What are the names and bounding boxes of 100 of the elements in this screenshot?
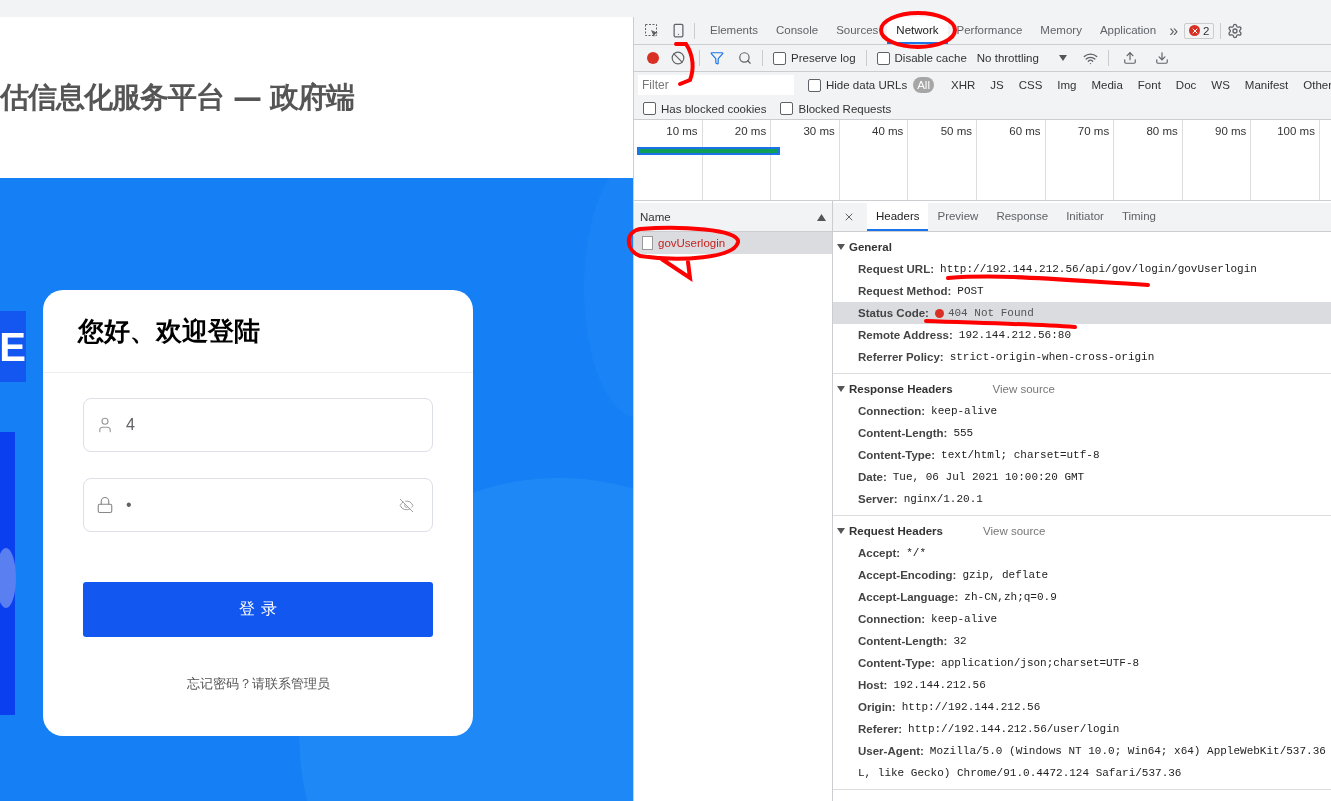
time-tick: 50 ms — [940, 125, 972, 137]
forgot-password-text: 忘记密码？请联系管理员 — [185, 675, 331, 693]
header-value: 192.144.212.56 — [893, 679, 986, 691]
type-filter[interactable]: XHR — [946, 77, 980, 93]
view-source-link[interactable]: View source — [992, 383, 1055, 395]
user-icon — [96, 416, 114, 434]
preserve-log-checkbox[interactable]: Preserve log — [773, 51, 856, 65]
expanded-triangle-icon[interactable] — [837, 527, 845, 535]
header-value: 32 — [953, 635, 967, 647]
type-filter[interactable]: Font — [1133, 77, 1165, 93]
header-name: Referer: — [858, 723, 903, 735]
header-name: User-Agent: — [858, 745, 924, 757]
lock-icon — [96, 496, 114, 514]
header-name: Connection: — [858, 405, 926, 417]
type-filter[interactable]: Img — [1053, 77, 1081, 93]
header-name: Content-Type: — [858, 449, 936, 461]
header-value: nginx/1.20.1 — [903, 493, 983, 505]
header-name: Content-Length: — [858, 427, 948, 439]
request-name: govUserlogin — [658, 237, 726, 249]
login-button[interactable]: 登 录 — [83, 582, 433, 637]
section-title[interactable]: General — [849, 241, 892, 253]
header-name: Content-Type: — [858, 657, 936, 669]
header-name: Content-Length: — [858, 635, 948, 647]
password-field[interactable]: • — [83, 478, 433, 532]
header-name: Remote Address: — [858, 329, 953, 341]
view-source-link[interactable]: View source — [982, 525, 1046, 537]
type-filter[interactable]: Media — [1087, 77, 1127, 93]
file-icon — [642, 236, 653, 250]
section-title[interactable]: Response Headers — [849, 383, 953, 395]
eye-off-icon[interactable] — [399, 497, 414, 513]
search-icon[interactable] — [738, 51, 752, 65]
header-name: Accept-Language: — [858, 591, 959, 603]
inspect-icon[interactable] — [644, 22, 660, 39]
upload-icon[interactable] — [1122, 51, 1137, 65]
devtools-tab[interactable]: Elements — [701, 17, 767, 44]
settings-icon[interactable] — [1227, 22, 1244, 39]
header-value: 192.144.212.56:80 — [958, 329, 1071, 341]
devtools-tab[interactable]: Network — [887, 17, 948, 44]
detail-tab[interactable]: Timing — [1112, 203, 1165, 231]
throttling-select[interactable]: No throttling — [976, 52, 1055, 64]
header-name: Server: — [858, 493, 898, 505]
header-name: Host: — [858, 679, 888, 691]
devtools-tab[interactable]: Memory — [1031, 17, 1091, 44]
header-name: Referrer Policy: — [858, 351, 944, 363]
header-name: Connection: — [858, 613, 926, 625]
type-filter[interactable]: Manifest — [1240, 77, 1293, 93]
close-icon[interactable] — [843, 211, 855, 223]
header-value: */* — [906, 547, 926, 559]
card-heading: 您好、欢迎登陆 — [78, 314, 260, 348]
type-filter[interactable]: WS — [1207, 77, 1234, 93]
blocked-filter-checkbox[interactable]: Blocked Requests — [780, 102, 892, 115]
header-value: POST — [957, 285, 984, 297]
hide-data-urls-checkbox[interactable]: Hide data URLs — [808, 78, 908, 92]
devtools-tab[interactable]: Application — [1090, 17, 1166, 44]
status-dot — [934, 308, 944, 318]
devtools-tab[interactable]: Console — [766, 17, 828, 44]
section-title[interactable]: Request Headers — [849, 525, 943, 537]
clear-icon[interactable] — [671, 51, 685, 65]
network-conditions-icon[interactable] — [1082, 50, 1098, 66]
time-tick: 70 ms — [1077, 125, 1110, 137]
expanded-triangle-icon[interactable] — [837, 243, 845, 251]
header-value: http://192.144.212.56/user/login — [908, 723, 1120, 735]
detail-tab[interactable]: Headers — [867, 203, 929, 231]
type-filter[interactable]: CSS — [1014, 77, 1047, 93]
error-count-badge[interactable]: 2 — [1184, 22, 1215, 39]
header-name: Accept-Encoding: — [858, 569, 957, 581]
header-name: Origin: — [858, 701, 896, 713]
username-field[interactable]: 4 — [83, 398, 433, 452]
time-tick: 90 ms — [1215, 125, 1247, 137]
detail-tab[interactable]: Response — [987, 203, 1058, 231]
devtools-tab[interactable]: Sources — [827, 17, 888, 44]
sort-caret-icon — [817, 213, 826, 221]
time-tick: 10 ms — [666, 125, 698, 137]
header-value: 404 Not Found — [947, 307, 1034, 319]
type-filter[interactable]: Other — [1299, 77, 1331, 93]
detail-tab[interactable]: Preview — [928, 203, 988, 231]
dropdown-caret-icon[interactable] — [1058, 55, 1067, 61]
time-tick: 30 ms — [803, 125, 835, 137]
type-filter[interactable]: Doc — [1171, 77, 1201, 93]
filter-field[interactable]: Filter — [638, 75, 794, 95]
annotation-mark — [674, 42, 695, 86]
device-icon[interactable] — [670, 23, 686, 38]
request-row[interactable]: govUserlogin — [634, 232, 832, 254]
header-value: text/html; charset=utf-8 — [941, 449, 1100, 461]
download-icon[interactable] — [1154, 51, 1169, 65]
type-filter[interactable]: JS — [986, 77, 1008, 93]
header-name: Request Method: — [858, 285, 952, 297]
header-value: 555 — [953, 427, 974, 439]
disable-cache-checkbox[interactable]: Disable cache — [876, 51, 967, 65]
header-value: strict-origin-when-cross-origin — [949, 351, 1155, 363]
blocked-filter-checkbox[interactable]: Has blocked cookies — [643, 102, 767, 115]
header-name: Date: — [858, 471, 887, 483]
header-value: Tue, 06 Jul 2021 10:00:20 GMT — [892, 471, 1085, 483]
detail-tab[interactable]: Initiator — [1057, 203, 1113, 231]
name-column-header[interactable]: Name — [634, 203, 832, 232]
expanded-triangle-icon[interactable] — [837, 385, 845, 393]
devtools-tab[interactable]: Performance — [947, 17, 1032, 44]
more-tabs-button[interactable]: » — [1169, 21, 1179, 40]
error-icon — [1189, 25, 1201, 36]
filter-icon[interactable] — [710, 51, 724, 65]
